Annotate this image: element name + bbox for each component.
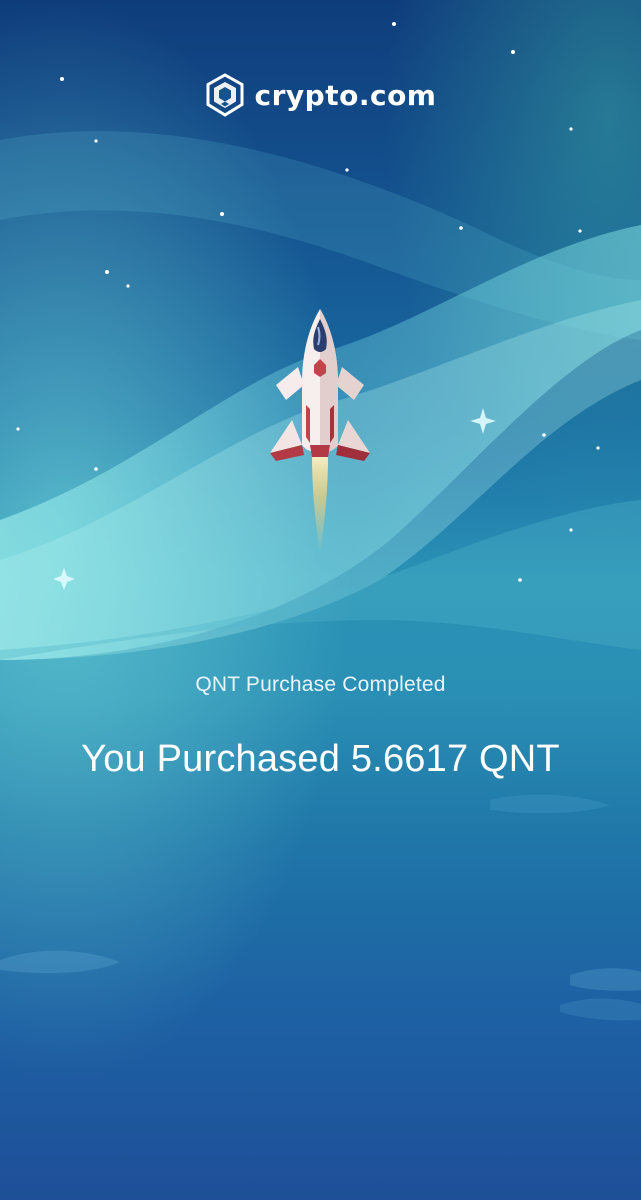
purchase-complete-screen: crypto.com QNT Purchase Completed You Pu…: [0, 0, 641, 1200]
purchase-amount-headline: You Purchased 5.6617 QNT: [81, 738, 560, 780]
brand-wordmark: crypto.com: [254, 78, 437, 112]
brand-header: crypto.com: [0, 70, 641, 120]
aurora-background: [0, 0, 641, 1200]
purchase-status-subtitle: QNT Purchase Completed: [195, 673, 446, 696]
rocket-icon: [270, 309, 370, 555]
crypto-com-lion-shield-icon: [206, 73, 244, 117]
